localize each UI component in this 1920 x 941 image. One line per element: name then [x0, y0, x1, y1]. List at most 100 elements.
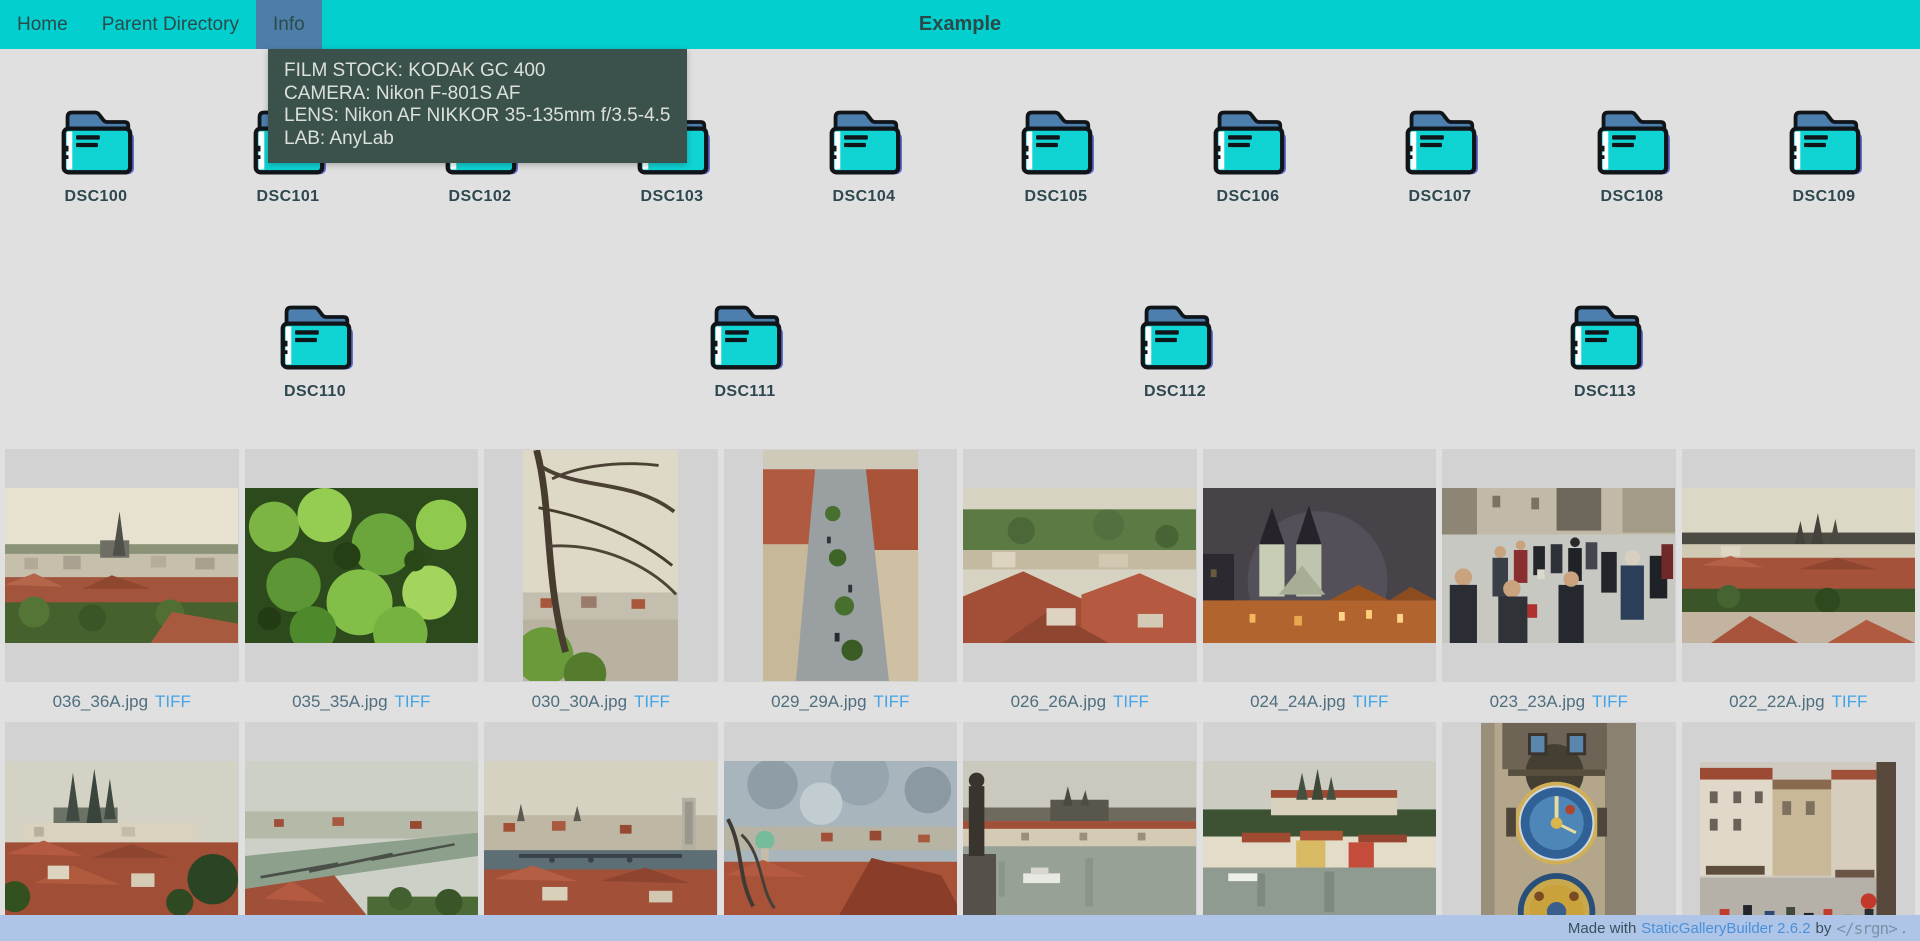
photo-filename: 023_23A.jpg	[1490, 692, 1585, 712]
folder-DSC108[interactable]: DSC108	[1584, 104, 1680, 206]
photo-thumbnail[interactable]	[1682, 449, 1916, 682]
photo-thumbnail[interactable]	[5, 449, 239, 682]
photo-thumbnail[interactable]	[1682, 722, 1916, 941]
folder-DSC107[interactable]: DSC107	[1392, 104, 1488, 206]
folder-DSC112[interactable]: DSC112	[1127, 299, 1223, 401]
photo-city-hazy-roofs	[724, 761, 957, 916]
nav-item-info[interactable]: Info	[256, 0, 322, 49]
photo-filename: 024_24A.jpg	[1250, 692, 1345, 712]
photo-thumbnail[interactable]	[245, 449, 479, 682]
folder-icon	[1396, 104, 1484, 178]
photo-thumbnail[interactable]	[245, 722, 479, 941]
nav-items: HomeParent DirectoryInfo	[0, 0, 322, 49]
tiff-link[interactable]: TIFF	[155, 692, 191, 712]
photo-tile	[5, 722, 239, 941]
info-line: CAMERA: Nikon F-801S AF	[284, 83, 671, 106]
folder-icon	[701, 299, 789, 373]
tiff-link[interactable]: TIFF	[634, 692, 670, 712]
tiff-link[interactable]: TIFF	[874, 692, 910, 712]
photo-caption: 023_23A.jpg TIFF	[1442, 682, 1676, 722]
photo-tile: 029_29A.jpg TIFF	[724, 449, 958, 722]
folder-label: DSC100	[65, 188, 128, 206]
photo-thumbnail[interactable]	[484, 449, 718, 682]
photo-tile: 035_35A.jpg TIFF	[245, 449, 479, 722]
folder-label: DSC105	[1025, 188, 1088, 206]
photo-tile	[1203, 722, 1437, 941]
photo-caption: 024_24A.jpg TIFF	[1203, 682, 1437, 722]
info-line: FILM STOCK: KODAK GC 400	[284, 60, 671, 83]
photo-astronomical-clock	[1481, 723, 1636, 941]
folder-DSC110[interactable]: DSC110	[267, 299, 363, 401]
photo-thumbnail[interactable]	[1442, 722, 1676, 941]
folder-label: DSC108	[1601, 188, 1664, 206]
footer-by: by	[1816, 920, 1832, 937]
photo-thumbnail[interactable]	[963, 722, 1197, 941]
photo-thumbnail[interactable]	[724, 449, 958, 682]
folder-icon	[271, 299, 359, 373]
folder-label: DSC101	[257, 188, 320, 206]
tiff-link[interactable]: TIFF	[1353, 692, 1389, 712]
gallery-builder-link[interactable]: StaticGalleryBuilder 2.6.2	[1641, 920, 1810, 937]
folder-DSC109[interactable]: DSC109	[1776, 104, 1872, 206]
navbar: HomeParent DirectoryInfo Example	[0, 0, 1920, 49]
tiff-link[interactable]: TIFF	[395, 692, 431, 712]
folder-DSC106[interactable]: DSC106	[1200, 104, 1296, 206]
tiff-link[interactable]: TIFF	[1113, 692, 1149, 712]
nav-item-home[interactable]: Home	[0, 0, 85, 49]
photo-tile	[484, 722, 718, 941]
photo-foliage	[245, 488, 478, 643]
photo-thumbnail[interactable]	[484, 722, 718, 941]
folder-icon	[820, 104, 908, 178]
photo-branches-city	[523, 450, 678, 681]
photo-filename: 036_36A.jpg	[53, 692, 148, 712]
folder-DSC105[interactable]: DSC105	[1008, 104, 1104, 206]
nav-item-parent-directory[interactable]: Parent Directory	[85, 0, 256, 49]
photo-thumbnail[interactable]	[1442, 449, 1676, 682]
photo-street-aerial	[763, 450, 918, 681]
photo-caption: 026_26A.jpg TIFF	[963, 682, 1197, 722]
footer-period: .	[1902, 920, 1906, 937]
photo-thumbnail[interactable]	[5, 722, 239, 941]
photo-tile: 024_24A.jpg TIFF	[1203, 449, 1437, 722]
photo-tile: 036_36A.jpg TIFF	[5, 449, 239, 722]
folder-DSC104[interactable]: DSC104	[816, 104, 912, 206]
photo-tile	[724, 722, 958, 941]
folder-DSC111[interactable]: DSC111	[697, 299, 793, 401]
folder-label: DSC103	[641, 188, 704, 206]
folder-label: DSC104	[833, 188, 896, 206]
photo-city-river-pano	[484, 761, 717, 916]
tiff-link[interactable]: TIFF	[1832, 692, 1868, 712]
folder-label: DSC102	[449, 188, 512, 206]
photo-castle-across-river	[1203, 761, 1436, 916]
photo-thumbnail[interactable]	[1203, 722, 1437, 941]
folder-DSC100[interactable]: DSC100	[48, 104, 144, 206]
tiff-link[interactable]: TIFF	[1592, 692, 1628, 712]
photo-crowd-square	[1442, 488, 1675, 643]
photo-city-panorama	[5, 488, 238, 643]
photo-tile	[245, 722, 479, 941]
photo-thumbnail[interactable]	[1203, 449, 1437, 682]
photo-tile: 026_26A.jpg TIFF	[963, 449, 1197, 722]
info-tooltip: FILM STOCK: KODAK GC 400CAMERA: Nikon F-…	[268, 49, 687, 163]
photo-river-bridges	[245, 761, 478, 916]
photo-caption: 029_29A.jpg TIFF	[724, 682, 958, 722]
folder-icon	[1131, 299, 1219, 373]
footer: Made with StaticGalleryBuilder 2.6.2 by …	[0, 915, 1920, 941]
photo-church-night	[1203, 488, 1436, 643]
photo-tile: 030_30A.jpg TIFF	[484, 449, 718, 722]
photo-caption: 022_22A.jpg TIFF	[1682, 682, 1916, 722]
photo-tile	[963, 722, 1197, 941]
photo-castle-hill-city	[5, 761, 238, 916]
photo-tile	[1442, 722, 1676, 941]
srgn-logo-link[interactable]: </srgn>	[1836, 919, 1896, 938]
photo-caption: 030_30A.jpg TIFF	[484, 682, 718, 722]
folder-DSC113[interactable]: DSC113	[1557, 299, 1653, 401]
photo-thumbnail[interactable]	[963, 449, 1197, 682]
folder-label: DSC112	[1144, 383, 1206, 401]
folder-label: DSC109	[1793, 188, 1856, 206]
photo-tile	[1682, 722, 1916, 941]
photo-castle-panorama	[1682, 488, 1915, 643]
info-line: LENS: Nikon AF NIKKOR 35-135mm f/3.5-4.5	[284, 105, 671, 128]
photo-grid: 036_36A.jpg TIFF 035_35A.jpg TIFF 030_30…	[0, 449, 1920, 941]
photo-thumbnail[interactable]	[724, 722, 958, 941]
